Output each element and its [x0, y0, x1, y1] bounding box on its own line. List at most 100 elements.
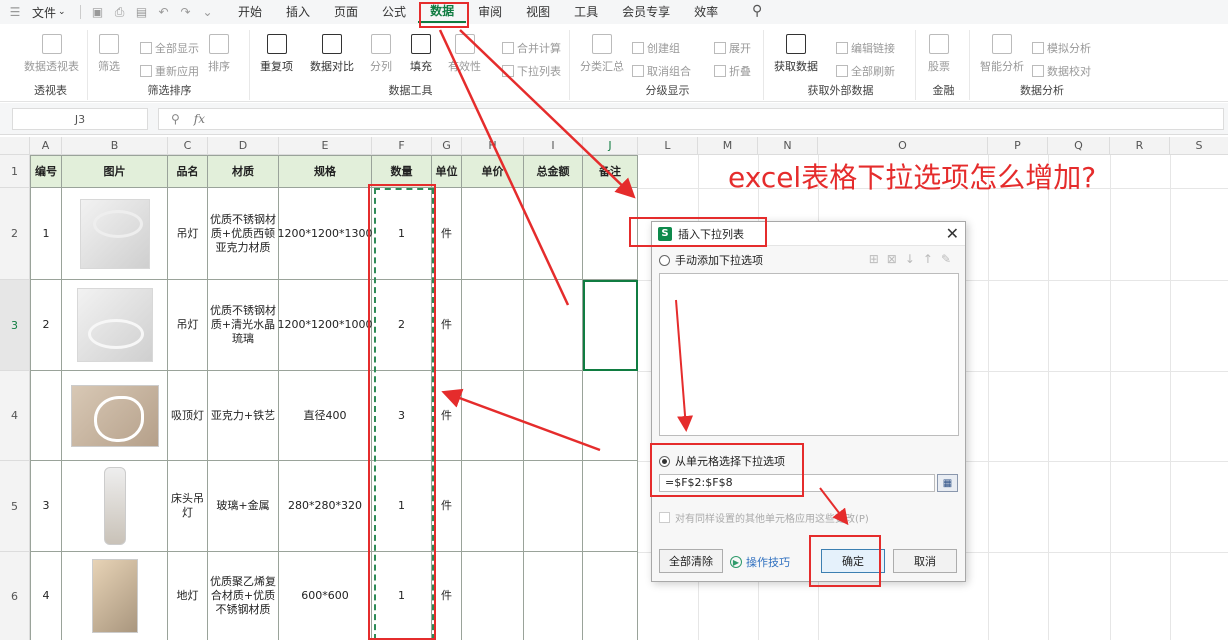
move-down-icon[interactable]: ↓: [905, 252, 915, 266]
tab-view[interactable]: 视图: [514, 0, 562, 24]
tab-formula[interactable]: 公式: [370, 0, 418, 24]
table-cell-qty[interactable]: 1: [372, 552, 432, 640]
col-header-j[interactable]: J: [583, 137, 638, 155]
header-cell-note[interactable]: 备注: [583, 155, 638, 188]
menu-file[interactable]: 文件 ⌄: [26, 4, 74, 21]
tab-member[interactable]: 会员专享: [610, 0, 682, 24]
table-cell-name[interactable]: 地灯: [168, 552, 208, 640]
table-cell-unit[interactable]: 件: [432, 188, 462, 280]
pivot-table-button[interactable]: 数据透视表: [24, 34, 79, 74]
tab-review[interactable]: 审阅: [466, 0, 514, 24]
col-header-e[interactable]: E: [279, 137, 372, 155]
table-cell-name[interactable]: 吸顶灯: [168, 371, 208, 461]
formula-input[interactable]: ⚲ fx: [158, 108, 1224, 130]
header-cell-price[interactable]: 单价: [462, 155, 524, 188]
tab-insert[interactable]: 插入: [274, 0, 322, 24]
tab-tools[interactable]: 工具: [562, 0, 610, 24]
table-cell-material[interactable]: 优质不锈钢材质+优质西顿亚克力材质: [208, 188, 279, 280]
col-header-i[interactable]: I: [524, 137, 583, 155]
table-cell-total[interactable]: [524, 280, 583, 371]
stocks-button[interactable]: 股票: [928, 34, 950, 74]
validation-button[interactable]: 有效性: [448, 34, 481, 74]
row-header-2[interactable]: 2: [0, 188, 30, 280]
group-button[interactable]: 创建组: [632, 40, 680, 56]
table-cell-price[interactable]: [462, 280, 524, 371]
tab-page[interactable]: 页面: [322, 0, 370, 24]
expand-button[interactable]: 展开: [714, 40, 751, 56]
table-cell-material[interactable]: 优质聚乙烯复合材质+优质不锈钢材质: [208, 552, 279, 640]
ungroup-button[interactable]: 取消组合: [632, 63, 691, 79]
compare-button[interactable]: 数据对比: [310, 34, 354, 74]
table-cell-unit[interactable]: 件: [432, 280, 462, 371]
table-cell-note[interactable]: [583, 552, 638, 640]
table-cell-spec[interactable]: 1200*1200*1000: [278, 280, 373, 371]
table-cell-note[interactable]: [583, 371, 638, 461]
table-cell-unit[interactable]: 件: [432, 461, 462, 552]
col-header-r[interactable]: R: [1110, 137, 1170, 155]
option-manual[interactable]: 手动添加下拉选项: [659, 252, 763, 268]
col-header-p[interactable]: P: [988, 137, 1048, 155]
table-cell-image[interactable]: [62, 461, 168, 552]
table-cell-total[interactable]: [524, 371, 583, 461]
table-cell-image[interactable]: [62, 280, 168, 371]
table-cell-total[interactable]: [524, 552, 583, 640]
table-cell-spec[interactable]: 1200*1200*1300: [278, 188, 373, 280]
table-cell-qty[interactable]: 2: [372, 280, 432, 371]
table-cell-image[interactable]: [62, 188, 168, 280]
select-all-corner[interactable]: [0, 137, 30, 155]
redo-icon[interactable]: ↷: [177, 3, 195, 21]
move-up-icon[interactable]: ↑: [923, 252, 933, 266]
close-icon[interactable]: ✕: [946, 224, 959, 243]
tab-home[interactable]: 开始: [226, 0, 274, 24]
table-cell-spec[interactable]: 直径400: [279, 371, 372, 461]
row-header-3[interactable]: 3: [0, 280, 30, 371]
option-from-cells[interactable]: 从单元格选择下拉选项: [659, 453, 785, 469]
filter-button[interactable]: 筛选: [98, 34, 120, 74]
header-cell-name[interactable]: 品名: [168, 155, 208, 188]
apply-others-row[interactable]: 对有同样设置的其他单元格应用这些更改(P): [659, 510, 869, 525]
tab-data[interactable]: 数据: [418, 1, 467, 23]
col-header-f[interactable]: F: [372, 137, 432, 155]
table-cell-no[interactable]: 3: [30, 461, 62, 552]
ok-button[interactable]: 确定: [821, 549, 885, 573]
table-cell-name[interactable]: 吊灯: [168, 280, 208, 371]
reapply-button[interactable]: 重新应用: [140, 63, 199, 79]
header-cell-total[interactable]: 总金额: [524, 155, 583, 188]
merge-calc-button[interactable]: 合并计算: [502, 40, 561, 56]
table-cell-price[interactable]: [462, 371, 524, 461]
table-cell-no[interactable]: 2: [30, 280, 62, 371]
search-icon[interactable]: ⚲: [752, 3, 762, 19]
header-cell-material[interactable]: 材质: [208, 155, 279, 188]
table-cell-no[interactable]: [30, 371, 62, 461]
simulate-button[interactable]: 模拟分析: [1032, 40, 1091, 56]
table-cell-qty[interactable]: 3: [372, 371, 432, 461]
tips-link[interactable]: ▶ 操作技巧: [730, 554, 790, 570]
duplicates-button[interactable]: 重复项: [260, 34, 293, 74]
col-header-m[interactable]: M: [698, 137, 758, 155]
range-input[interactable]: =$F$2:$F$8: [659, 474, 935, 492]
table-cell-price[interactable]: [462, 188, 524, 280]
table-cell-material[interactable]: 玻璃+金属: [208, 461, 279, 552]
more-chevron-icon[interactable]: ⌄: [199, 3, 217, 21]
header-cell-qty[interactable]: 数量: [372, 155, 432, 188]
table-cell-total[interactable]: [524, 188, 583, 280]
header-cell-unit[interactable]: 单位: [432, 155, 462, 188]
radio-from-cells[interactable]: [659, 455, 670, 467]
sort-button[interactable]: 排序: [208, 34, 230, 74]
print-icon[interactable]: ▤: [133, 3, 151, 21]
show-all-button[interactable]: 全部显示: [140, 40, 199, 56]
row-header-6[interactable]: 6: [0, 552, 30, 640]
tab-efficiency[interactable]: 效率: [682, 0, 730, 24]
zoom-icon[interactable]: ⚲: [171, 112, 180, 126]
table-cell-image[interactable]: [62, 552, 168, 640]
col-header-g[interactable]: G: [432, 137, 462, 155]
fx-icon[interactable]: fx: [194, 112, 205, 126]
row-header-4[interactable]: 4: [0, 371, 30, 461]
subtotal-button[interactable]: 分类汇总: [580, 34, 624, 74]
edit-item-icon[interactable]: ✎: [941, 252, 951, 266]
col-header-s[interactable]: S: [1170, 137, 1228, 155]
table-cell-unit[interactable]: 件: [432, 371, 462, 461]
table-cell-qty[interactable]: 1: [372, 188, 432, 280]
name-box[interactable]: J3: [12, 108, 148, 130]
row-header-5[interactable]: 5: [0, 461, 30, 552]
